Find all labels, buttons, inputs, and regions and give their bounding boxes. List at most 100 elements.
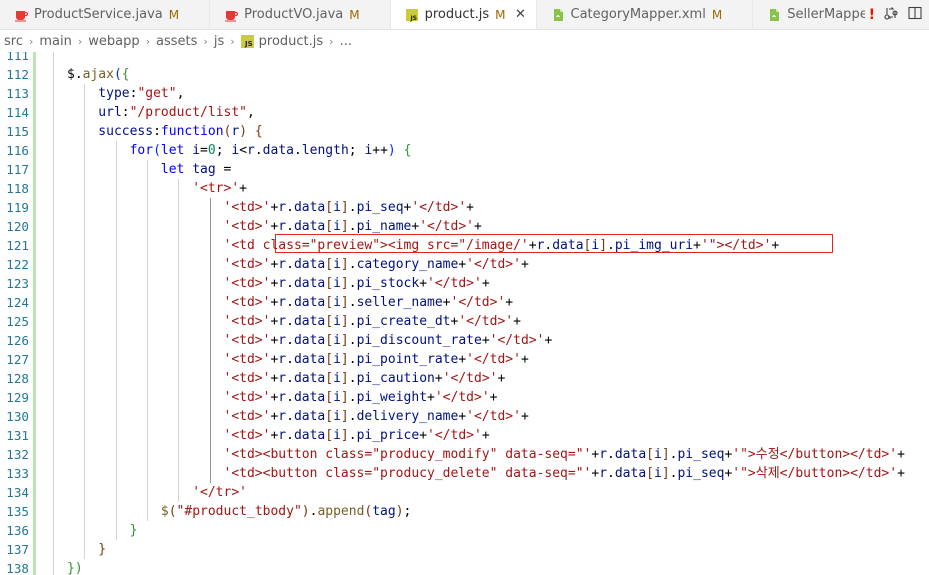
- code-token: i: [333, 390, 341, 405]
- breadcrumb-file[interactable]: product.js: [259, 34, 324, 49]
- code-token: ]: [340, 219, 349, 234]
- code-token: [: [325, 390, 334, 405]
- code-token: data: [293, 276, 326, 291]
- code-token: r: [278, 352, 287, 367]
- code-token: '<td>': [223, 390, 271, 405]
- code-token: type: [98, 86, 130, 101]
- code-token: data: [293, 200, 326, 215]
- code-token: pi_weight: [356, 390, 428, 405]
- code-token: '</td>': [458, 314, 514, 329]
- code-token: ,: [247, 105, 255, 120]
- code-line: '<td>'+r.data[i].pi_stock+'</td>'+: [224, 274, 490, 293]
- code-editor[interactable]: 111 112 113 114 115 116 117 118 119 120 121 122 123 1…: [0, 52, 929, 575]
- code-token: ]: [340, 295, 349, 310]
- breadcrumb-symbol-ellipsis[interactable]: ...: [340, 34, 352, 49]
- code-token: .: [286, 390, 294, 405]
- line-number: 126: [6, 333, 29, 348]
- code-token: :: [121, 105, 130, 120]
- code-line: '<td>'+r.data[i].pi_caution+'</td>'+: [224, 369, 506, 388]
- code-token: pi_create_dt: [356, 314, 451, 329]
- close-icon[interactable]: ✕: [514, 7, 528, 22]
- code-token: '<td class="preview"><img src="/image/': [223, 238, 529, 253]
- code-token: ;: [215, 143, 232, 158]
- tab-productvo-java[interactable]: ProductVO.java M: [210, 0, 391, 29]
- code-token: +: [544, 333, 553, 348]
- indent-guide: [115, 179, 117, 198]
- indent-guide: [84, 350, 86, 369]
- warning-icon[interactable]: !: [869, 7, 875, 23]
- code-token: seller_name: [356, 295, 443, 310]
- indent-guide: [53, 369, 54, 388]
- breadcrumb-segment-webapp[interactable]: webapp: [88, 34, 139, 49]
- indent-guide: [84, 198, 86, 217]
- code-token: '</td>': [411, 200, 467, 215]
- code-token: ]: [340, 409, 349, 424]
- code-token: <: [239, 143, 248, 158]
- code-token: .: [348, 428, 357, 443]
- tab-productservice-java[interactable]: ProductService.java M: [0, 0, 211, 29]
- line-number: 138: [6, 561, 29, 575]
- code-token: let: [160, 143, 185, 158]
- indent-guide: [53, 464, 54, 483]
- code-token: +: [897, 466, 905, 481]
- code-token: ++: [372, 143, 388, 158]
- tab-product-js[interactable]: JS product.js M ✕: [390, 0, 537, 29]
- code-token: .: [286, 257, 294, 272]
- breadcrumb-segment-main[interactable]: main: [39, 34, 71, 49]
- indent-guide: [53, 65, 54, 84]
- indent-guide: [146, 312, 148, 331]
- code-token: }): [67, 561, 83, 575]
- code-token: +: [419, 428, 428, 443]
- code-token: ]: [340, 428, 349, 443]
- code-token: .: [286, 409, 294, 424]
- code-line: type:"get",: [98, 84, 184, 103]
- code-token: ): [301, 504, 310, 519]
- code-token: data: [262, 143, 294, 158]
- code-area[interactable]: $.ajax({type:"get", url:"/product/list", s…: [36, 52, 929, 575]
- indent-guide: [209, 217, 211, 236]
- indent-guide: [84, 160, 86, 179]
- breadcrumb-segment-js[interactable]: js: [214, 34, 224, 49]
- code-token: .: [348, 352, 357, 367]
- indent-guide: [178, 426, 180, 445]
- indent-guide: [146, 179, 148, 198]
- line-number: 117: [6, 162, 29, 177]
- code-token: i: [333, 200, 341, 215]
- code-token: url: [98, 105, 122, 120]
- editor-actions: !: [864, 0, 929, 29]
- indent-guide: [146, 160, 148, 179]
- code-token: r: [278, 219, 287, 234]
- line-number: 130: [6, 409, 29, 424]
- compare-changes-icon[interactable]: [883, 5, 899, 25]
- code-token: '<td>': [223, 200, 271, 215]
- code-token: +: [481, 333, 490, 348]
- indent-guide: [53, 407, 54, 426]
- code-token: +: [419, 276, 428, 291]
- code-line: }): [67, 559, 83, 575]
- code-token: .: [286, 200, 294, 215]
- code-token: data: [614, 466, 647, 481]
- code-token: '<td>': [223, 314, 271, 329]
- chevron-right-icon: ›: [145, 34, 151, 48]
- java-file-icon: [14, 8, 28, 22]
- code-token: i: [333, 352, 341, 367]
- code-token: +: [771, 238, 780, 253]
- indent-guide: [84, 236, 86, 255]
- breadcrumb-segment-assets[interactable]: assets: [156, 34, 197, 49]
- breadcrumb-segment-src[interactable]: src: [4, 34, 23, 49]
- code-token: +: [520, 352, 529, 367]
- editor-tab-bar: ProductService.java M ProductVO.java M JS pro…: [0, 0, 929, 30]
- indent-guide: [53, 483, 54, 502]
- tab-categorymapper-xml[interactable]: CategoryMapper.xml M: [537, 0, 754, 29]
- indent-guide: [178, 274, 180, 293]
- indent-guide: [115, 388, 117, 407]
- code-token: ]: [340, 200, 349, 215]
- code-token: pi_caution: [356, 371, 435, 386]
- code-token: +: [693, 238, 701, 253]
- code-token: r: [278, 409, 287, 424]
- indent-guide: [115, 274, 117, 293]
- code-token: '<tr>': [192, 181, 240, 196]
- code-token: r: [278, 314, 287, 329]
- split-editor-icon[interactable]: [907, 5, 923, 25]
- chevron-right-icon: ›: [230, 34, 235, 48]
